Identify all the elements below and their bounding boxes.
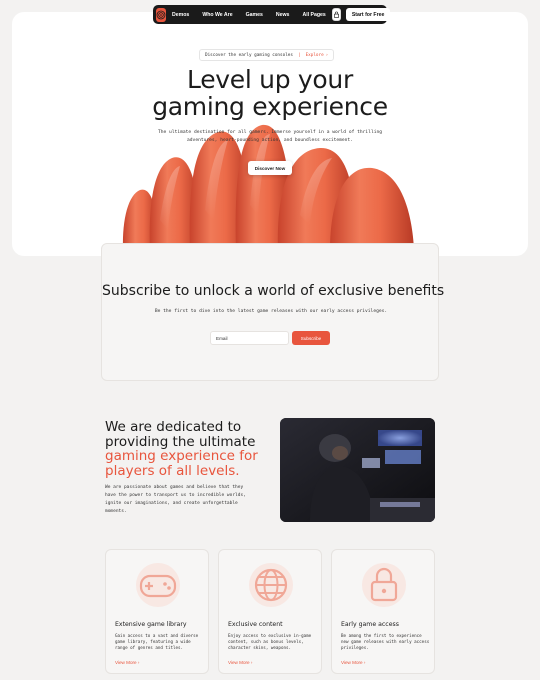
subscribe-button[interactable]: Subscribe [292, 331, 330, 345]
feature-card-library: Extensive game library Gain access to a … [105, 549, 209, 674]
lock-button[interactable] [331, 8, 341, 21]
view-more-link[interactable]: View More › [115, 660, 139, 665]
start-for-free-button[interactable]: Start for Free [345, 8, 391, 21]
hero-announcement-pill[interactable]: Discover the early gaming consoles | Exp… [199, 49, 335, 61]
subscribe-card: Subscribe to unlock a world of exclusive… [101, 243, 445, 381]
pill-text: Discover the early gaming consoles [205, 52, 293, 58]
dedicated-line-3: gaming experience for [105, 448, 258, 464]
dedicated-line-1: We are dedicated to [105, 419, 242, 435]
logo-icon[interactable] [156, 7, 166, 22]
nav-link-all-pages[interactable]: All Pages [302, 12, 325, 18]
feature-card-early-access: Early game access Be among the first to … [331, 549, 435, 674]
lock-icon [362, 563, 406, 607]
hero-title-line-2: gaming experience [152, 92, 388, 121]
email-field[interactable]: Email [210, 331, 289, 345]
feature-title: Early game access [341, 621, 399, 628]
subscribe-text: Be the first to dive into the latest gam… [154, 309, 388, 314]
pill-arrow-icon: › [325, 52, 329, 58]
pill-explore-link[interactable]: Explore [306, 53, 324, 58]
dedicated-text: We are passionate about games and believ… [105, 485, 246, 514]
feature-desc: Enjoy access to exclusive in-game conten… [228, 633, 312, 651]
nav-link-demos[interactable]: Demos [172, 12, 189, 18]
feature-desc: Be among the first to experience new gam… [341, 633, 430, 651]
subscribe-title: Subscribe to unlock a world of exclusive… [102, 283, 445, 299]
dedicated-line-4: players of all levels. [105, 462, 240, 479]
dedicated-line-2: providing the ultimate [105, 433, 256, 450]
hero-title-line-1: Level up your [187, 65, 353, 94]
discover-now-button[interactable]: Discover Now [248, 161, 292, 175]
nav-link-news[interactable]: News [276, 12, 290, 18]
hero-subtitle: The ultimate destination for all gamers.… [157, 130, 383, 143]
hero-title: Level up your gaming experience [0, 66, 540, 120]
nav-link-games[interactable]: Games [246, 12, 263, 18]
lock-icon [333, 11, 339, 18]
gamer-photo [280, 418, 435, 522]
feature-title: Exclusive content [228, 621, 283, 628]
top-navbar: Demos Who We Are Games News All Pages St… [153, 5, 391, 24]
feature-desc: Gain access to a vast and diverse game l… [115, 633, 199, 651]
feature-card-exclusive: Exclusive content Enjoy access to exclus… [218, 549, 322, 674]
view-more-link[interactable]: View More › [341, 660, 365, 665]
feature-title: Extensive game library [115, 621, 187, 628]
dedicated-heading: We are dedicated to providing the ultima… [105, 420, 258, 478]
pill-separator: | [297, 52, 301, 58]
gamepad-icon [136, 563, 180, 607]
nav-link-who-we-are[interactable]: Who We Are [202, 12, 232, 18]
globe-icon [249, 563, 293, 607]
view-more-link[interactable]: View More › [228, 660, 252, 665]
